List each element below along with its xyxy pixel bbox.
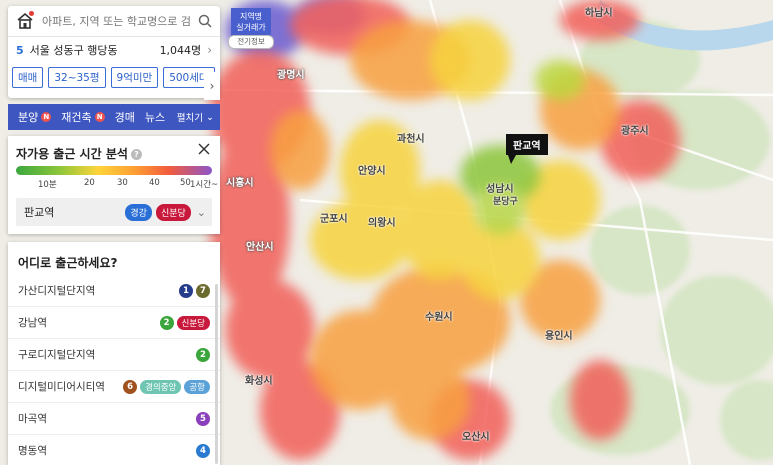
line-badge: 4 <box>196 443 210 458</box>
tag-line-1: 지역명 <box>239 12 263 21</box>
tab-presale[interactable]: 분양 N <box>18 109 52 125</box>
tag-line-2: 실거래가 <box>236 23 266 32</box>
region-name: 서울 성동구 행당동 <box>29 44 118 57</box>
scrollbar[interactable] <box>215 284 218 464</box>
destination-panel: 어디로 출근하세요? 가산디지털단지역 1 7 강남역 2 신분당 구로디지털단… <box>8 242 220 465</box>
map-label: 과천시 <box>397 134 425 145</box>
tab-label: 분양 <box>18 111 39 124</box>
region-number: 5 <box>16 43 24 57</box>
map-label: 분당구 <box>493 197 518 207</box>
tick-label: 30 <box>117 178 128 188</box>
list-item[interactable]: 디지털미디어시티역 6 경의중앙 공항 <box>8 370 220 402</box>
map-label: 광명시 <box>277 70 305 81</box>
map-label: 성남시 <box>486 184 514 195</box>
tab-rebuild[interactable]: 재건축 N <box>61 109 105 125</box>
region-selector[interactable]: 5 서울 성동구 행당동 1,044명 › <box>8 37 220 63</box>
chevron-right-icon: › <box>207 43 212 57</box>
filter-chip-price[interactable]: 9억미만 <box>110 66 159 88</box>
notification-dot <box>29 11 34 16</box>
map-label: 의왕시 <box>368 218 396 229</box>
destination-name: 디지털미디어시티역 <box>18 381 105 393</box>
destination-title: 어디로 출근하세요? <box>18 256 118 270</box>
line-badge-gyeonggang: 경강 <box>125 203 152 221</box>
chevron-down-icon: ⌄ <box>206 111 214 123</box>
line-badge: 2 <box>196 347 210 362</box>
destination-name: 강남역 <box>18 317 47 329</box>
list-item[interactable]: 마곡역 5 <box>8 402 220 434</box>
line-badge: 1 <box>179 283 193 298</box>
tab-unfold-button[interactable]: 펼치기 ⌄ <box>176 110 214 125</box>
search-bar <box>8 6 220 37</box>
destination-name: 명동역 <box>18 445 47 457</box>
list-item[interactable]: 구로디지털단지역 2 <box>8 338 220 370</box>
filter-chip-trade[interactable]: 매매 <box>12 66 44 88</box>
home-icon[interactable] <box>14 10 36 32</box>
map-label: 오산시 <box>462 432 490 443</box>
map-label: 용인시 <box>545 331 573 342</box>
map-label: 수원시 <box>425 312 453 323</box>
station-pin[interactable]: 판교역 <box>506 134 548 164</box>
line-badge: 경의중앙 <box>140 379 182 394</box>
map-label: 군포시 <box>320 214 348 225</box>
tick-label: 20 <box>84 178 95 188</box>
close-icon[interactable] <box>198 143 210 155</box>
search-panel: 5 서울 성동구 행당동 1,044명 › 매매 32~35평 9억미만 500… <box>8 6 220 100</box>
station-selector[interactable]: 판교역 경강 신분당 ⌄ <box>16 198 212 226</box>
line-badge: 6 <box>123 379 138 394</box>
filter-chip-size[interactable]: 32~35평 <box>48 66 106 88</box>
destination-name: 구로디지털단지역 <box>18 349 96 361</box>
region-count: 1,044명 <box>159 44 202 57</box>
filter-row: 매매 32~35평 9억미만 500세대 <box>8 63 220 91</box>
line-badge: 7 <box>196 283 210 298</box>
map-label: 시흥시 <box>226 178 254 189</box>
commute-title: 자가용 출근 시간 분석 <box>16 147 128 161</box>
search-icon[interactable] <box>198 14 212 28</box>
line-badge-sinbundang: 신분당 <box>155 203 191 221</box>
new-badge: N <box>41 112 52 122</box>
category-tab-bar: 분양 N 재건축 N 경매 뉴스 펼치기 ⌄ <box>8 104 220 130</box>
list-item[interactable]: 강남역 2 신분당 <box>8 306 220 338</box>
chevron-down-icon: ⌄ <box>196 205 206 219</box>
list-item[interactable]: 명동역 4 <box>8 434 220 465</box>
line-badge: 2 <box>159 315 174 330</box>
tick-label: 10분 <box>38 180 57 190</box>
map-label: 안산시 <box>246 242 274 253</box>
tab-news[interactable]: 뉴스 <box>145 109 165 125</box>
new-badge: N <box>94 112 105 122</box>
map-layer-info[interactable]: 전기정보 <box>228 35 274 49</box>
map-label: 광주시 <box>621 126 649 137</box>
destination-name: 가산디지털단지역 <box>18 285 96 297</box>
line-badge: 신분당 <box>176 315 210 330</box>
help-icon[interactable]: ? <box>130 149 142 160</box>
station-name: 판교역 <box>24 206 55 219</box>
chevron-right-icon[interactable]: › <box>204 72 220 100</box>
time-legend-ticks: 10분 20 30 40 50 1시간~ <box>16 178 218 190</box>
commute-analysis-panel: 자가용 출근 시간 분석? 10분 20 30 40 50 1시간~ 판교역 경… <box>8 136 220 234</box>
list-item[interactable]: 가산디지털단지역 1 7 <box>8 275 220 306</box>
tab-label: 경매 <box>114 111 135 124</box>
tab-auction[interactable]: 경매 <box>115 109 135 125</box>
line-badge: 공항 <box>184 379 210 394</box>
line-badge: 5 <box>196 411 210 426</box>
map-layer-toggle[interactable]: 지역명 실거래가 <box>231 8 271 38</box>
tab-label: 뉴스 <box>144 111 166 124</box>
tick-label: 1시간~ <box>190 180 219 190</box>
destination-list: 가산디지털단지역 1 7 강남역 2 신분당 구로디지털단지역 2 디지털미디어… <box>8 275 220 465</box>
unfold-label: 펼치기 <box>176 113 203 124</box>
map-label: 하남시 <box>585 8 613 19</box>
destination-name: 마곡역 <box>18 413 47 425</box>
tick-label: 40 <box>149 178 160 188</box>
tab-label: 재건축 <box>61 111 92 124</box>
map-label: 화성시 <box>245 376 273 387</box>
time-legend-gradient <box>16 166 212 175</box>
commute-title-row: 자가용 출근 시간 분석? <box>16 145 142 162</box>
map-label: 안양시 <box>358 166 386 177</box>
search-input[interactable] <box>40 13 194 29</box>
